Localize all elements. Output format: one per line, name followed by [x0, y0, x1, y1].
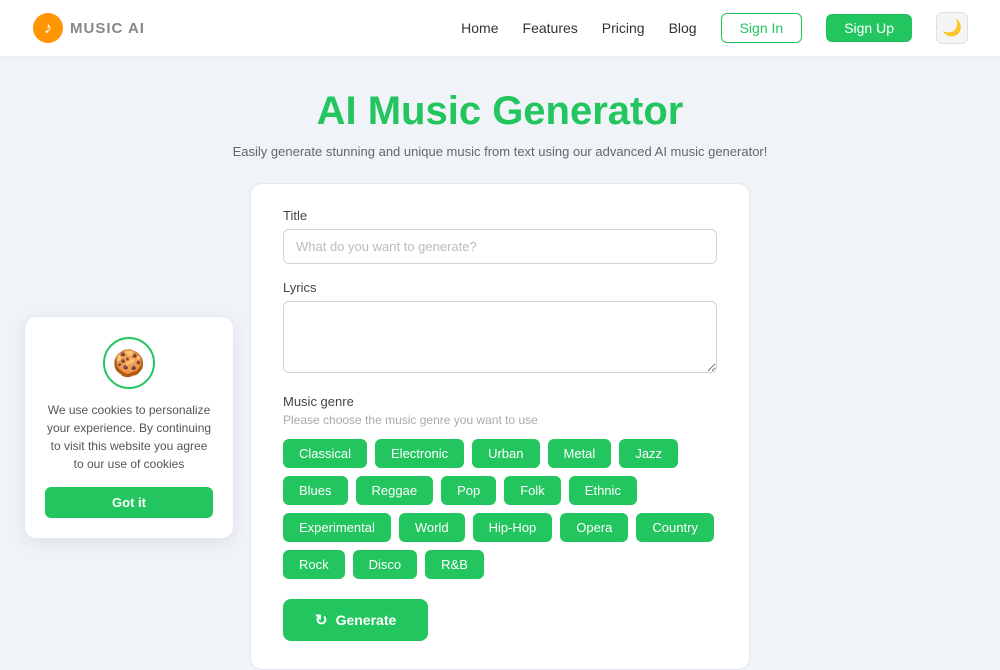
genre-btn-folk[interactable]: Folk — [504, 476, 561, 505]
logo-text: MUSIC AI — [70, 20, 145, 37]
cookie-icon: 🍪 — [113, 348, 145, 379]
page-subtitle: Easily generate stunning and unique musi… — [233, 144, 768, 159]
genre-btn-electronic[interactable]: Electronic — [375, 439, 464, 468]
genre-grid: Classical Electronic Urban MetalJazz Blues Re… — [283, 439, 717, 579]
nav-pricing[interactable]: Pricing — [602, 20, 645, 36]
genre-btn-disco[interactable]: Disco — [353, 550, 418, 579]
nav-blog[interactable]: Blog — [669, 20, 697, 36]
cookie-banner: 🍪 We use cookies to personalize your exp… — [24, 316, 234, 539]
genre-btn-country[interactable]: Country — [636, 513, 714, 542]
genre-btn-r-b[interactable]: R&B — [425, 550, 484, 579]
moon-icon: 🌙 — [942, 18, 962, 38]
genre-btn-opera[interactable]: Opera — [560, 513, 628, 542]
genre-btn-reggae[interactable]: Reggae — [356, 476, 434, 505]
nav-home[interactable]: Home — [461, 20, 498, 36]
logo: ♪ MUSIC AI — [32, 12, 145, 44]
genre-hint: Please choose the music genre you want t… — [283, 413, 717, 427]
cookie-icon-wrap: 🍪 — [45, 337, 213, 389]
genre-btn-hip-hop[interactable]: Hip-Hop — [473, 513, 553, 542]
title-label: Title — [283, 208, 717, 223]
page-title: AI Music Generator — [317, 89, 684, 134]
refresh-icon: ↻ — [315, 611, 328, 629]
lyrics-textarea[interactable] — [283, 301, 717, 373]
genre-label: Music genre — [283, 394, 717, 409]
svg-text:♪: ♪ — [44, 20, 52, 37]
genre-btn-classical[interactable]: Classical — [283, 439, 367, 468]
nav-links: Home Features Pricing Blog Sign In Sign … — [461, 12, 968, 44]
genre-btn-pop[interactable]: Pop — [441, 476, 496, 505]
genre-btn-rock[interactable]: Rock — [283, 550, 345, 579]
cookie-text: We use cookies to personalize your exper… — [45, 401, 213, 473]
generate-label: Generate — [336, 612, 397, 628]
got-it-button[interactable]: Got it — [45, 487, 213, 518]
genre-btn-metal[interactable]: Metal — [548, 439, 612, 468]
genre-btn-ethnic[interactable]: Ethnic — [569, 476, 637, 505]
genre-btn-jazz[interactable]: Jazz — [619, 439, 678, 468]
genre-btn-urban[interactable]: Urban — [472, 439, 539, 468]
dark-mode-toggle[interactable]: 🌙 — [936, 12, 968, 44]
nav-features[interactable]: Features — [523, 20, 578, 36]
generator-form: Title Lyrics Music genre Please choose t… — [250, 183, 750, 670]
lyrics-label: Lyrics — [283, 280, 717, 295]
cookie-icon-circle: 🍪 — [103, 337, 155, 389]
navbar: ♪ MUSIC AI Home Features Pricing Blog Si… — [0, 0, 1000, 57]
signup-button[interactable]: Sign Up — [826, 14, 912, 42]
genre-btn-world[interactable]: World — [399, 513, 465, 542]
generate-button[interactable]: ↻ Generate — [283, 599, 428, 641]
genre-btn-experimental[interactable]: Experimental — [283, 513, 391, 542]
genre-btn-blues[interactable]: Blues — [283, 476, 348, 505]
title-input[interactable] — [283, 229, 717, 264]
logo-icon: ♪ — [32, 12, 64, 44]
signin-button[interactable]: Sign In — [721, 13, 803, 43]
